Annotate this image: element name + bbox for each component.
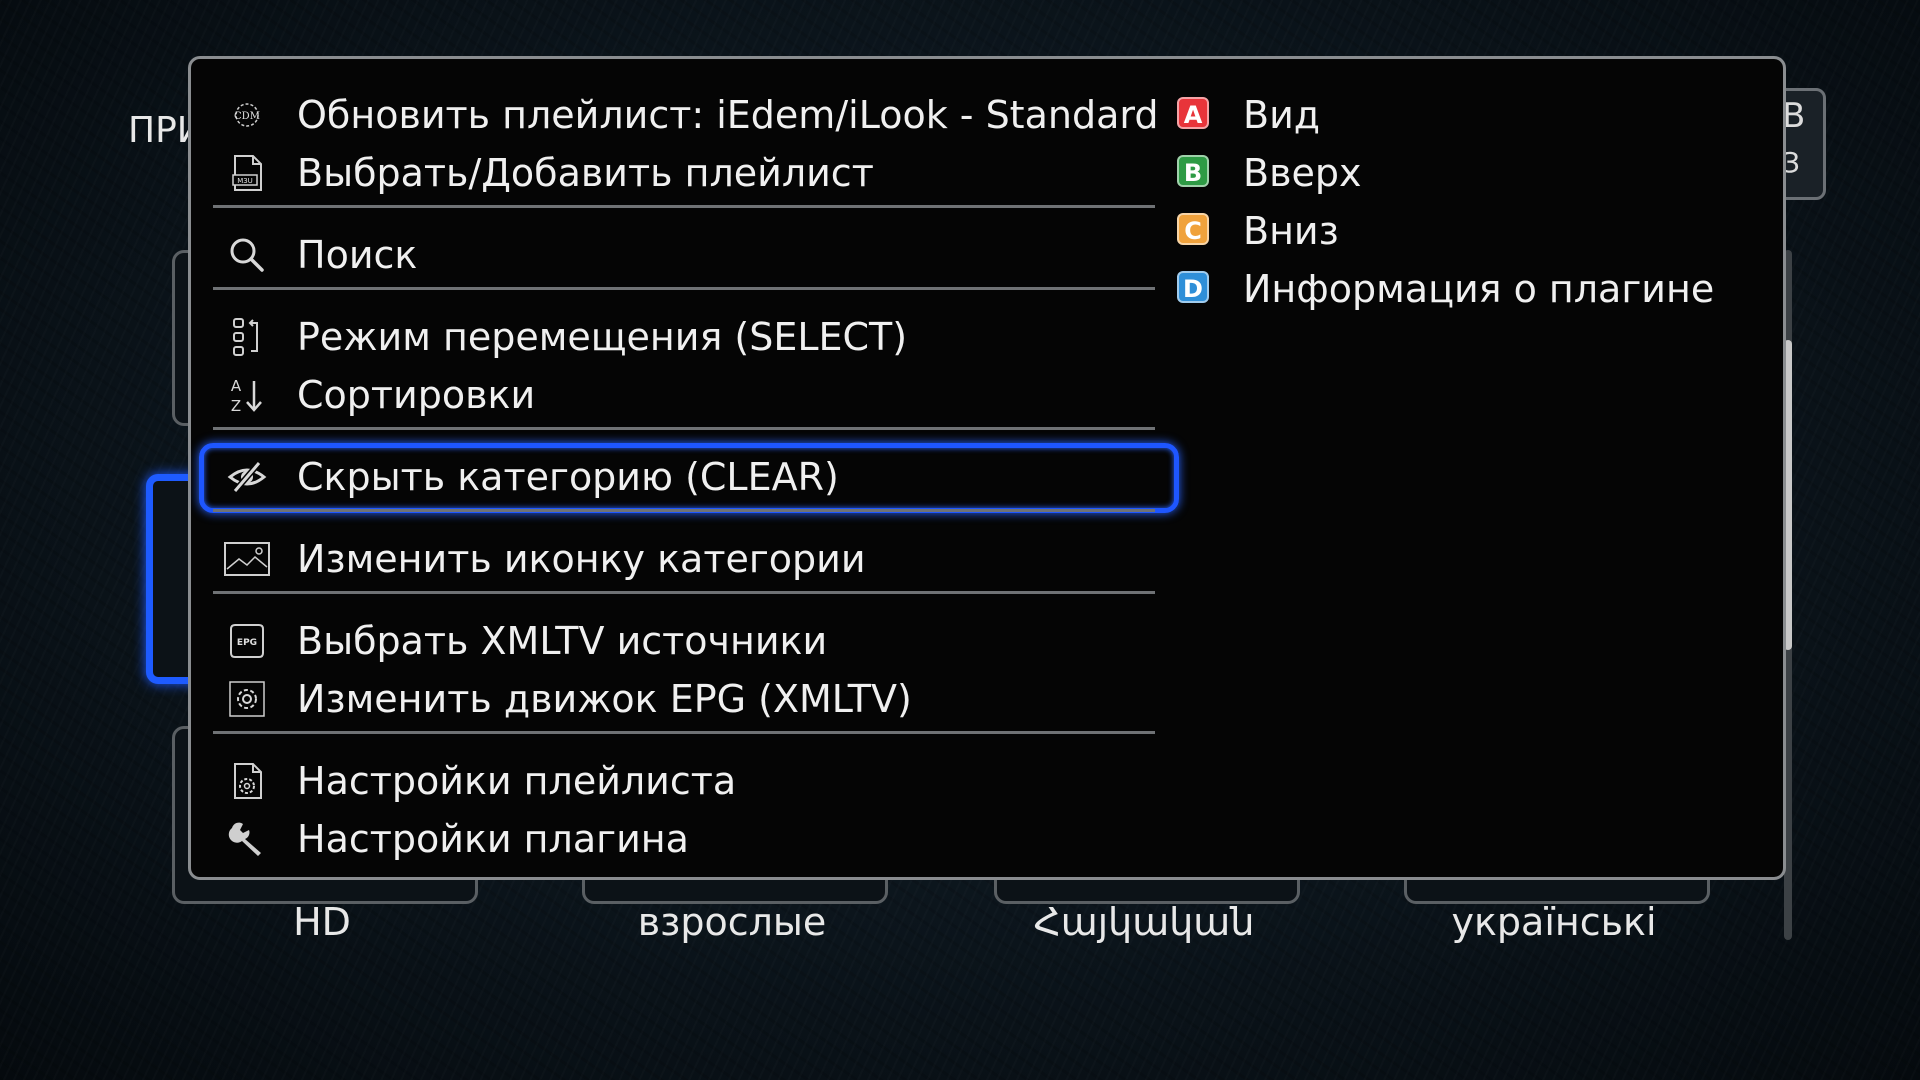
menu-item-select-add-playlist[interactable]: M3U Выбрать/Добавить плейлист <box>213 145 1153 201</box>
m3u-file-icon: M3U <box>227 153 267 193</box>
menu-item-label: Настройки плейлиста <box>297 759 737 803</box>
gear-icon <box>227 679 267 719</box>
menu-item-search[interactable]: Поиск <box>213 227 1153 283</box>
svg-text:Z: Z <box>231 397 241 415</box>
menu-item-sorting[interactable]: A Z Сортировки <box>213 367 1153 423</box>
category-label-ukrainian: українські <box>1451 900 1657 944</box>
category-label-armenian: Հայկական <box>1033 900 1255 944</box>
menu-item-change-epg-engine[interactable]: Изменить движок EPG (XMLTV) <box>213 671 1153 727</box>
color-key-d-item[interactable]: D Информация о плагине <box>1177 261 1737 317</box>
menu-divider <box>213 287 1155 290</box>
menu-item-select-xmltv-sources[interactable]: EPG Выбрать XMLTV источники <box>213 613 1153 669</box>
menu-divider <box>213 427 1155 430</box>
file-gear-icon <box>227 761 267 801</box>
category-label-hd: HD <box>293 900 351 944</box>
color-key-label: Вверх <box>1243 151 1362 195</box>
search-icon <box>227 235 267 275</box>
color-key-c-item[interactable]: C Вниз <box>1177 203 1737 259</box>
playlist-logo-icon: CDM <box>227 95 267 135</box>
menu-item-hide-category[interactable]: Скрыть категорию (CLEAR) <box>199 443 1179 513</box>
image-icon <box>223 539 271 579</box>
red-a-key-icon: A <box>1177 97 1209 129</box>
menu-divider <box>213 205 1155 208</box>
menu-item-label: Выбрать XMLTV источники <box>297 619 828 663</box>
sort-az-icon: A Z <box>227 375 267 415</box>
wrench-icon <box>227 819 267 859</box>
menu-item-label: Скрыть категорию (CLEAR) <box>297 455 839 499</box>
color-key-a-item[interactable]: A Вид <box>1177 87 1737 143</box>
svg-text:A: A <box>231 377 242 395</box>
menu-divider <box>213 591 1155 594</box>
menu-item-refresh-playlist[interactable]: CDM Обновить плейлист: iEdem/iLook - Sta… <box>213 87 1158 143</box>
green-b-key-icon: B <box>1177 155 1209 187</box>
color-key-label: Информация о плагине <box>1243 267 1715 311</box>
eye-slash-icon <box>227 457 267 497</box>
svg-text:M3U: M3U <box>237 177 253 185</box>
epg-icon: EPG <box>227 621 267 661</box>
yellow-c-key-icon: C <box>1177 213 1209 245</box>
menu-item-label: Выбрать/Добавить плейлист <box>297 151 874 195</box>
menu-divider <box>213 731 1155 734</box>
menu-item-label: Режим перемещения (SELECT) <box>297 315 908 359</box>
move-list-icon <box>227 317 267 357</box>
color-key-label: Вид <box>1243 93 1321 137</box>
menu-item-plugin-settings[interactable]: Настройки плагина <box>213 811 1153 867</box>
context-menu-popup: CDM Обновить плейлист: iEdem/iLook - Sta… <box>188 56 1786 880</box>
blue-d-key-icon: D <box>1177 271 1209 303</box>
menu-item-move-mode[interactable]: Режим перемещения (SELECT) <box>213 309 1153 365</box>
menu-item-label: Сортировки <box>297 373 536 417</box>
menu-item-change-category-icon[interactable]: Изменить иконку категории <box>213 531 1153 587</box>
svg-text:CDM: CDM <box>234 111 260 122</box>
menu-item-label: Изменить движок EPG (XMLTV) <box>297 677 912 721</box>
color-key-label: Вниз <box>1243 209 1339 253</box>
menu-divider <box>213 509 1155 512</box>
menu-item-label: Обновить плейлист: iEdem/iLook - Standar… <box>297 93 1159 137</box>
svg-text:EPG: EPG <box>237 638 257 648</box>
menu-item-label: Настройки плагина <box>297 817 689 861</box>
color-key-b-item[interactable]: B Вверх <box>1177 145 1737 201</box>
menu-item-label: Поиск <box>297 233 418 277</box>
category-label-adult: взрослые <box>637 900 827 944</box>
menu-item-label: Изменить иконку категории <box>297 537 866 581</box>
menu-item-playlist-settings[interactable]: Настройки плейлиста <box>213 753 1153 809</box>
